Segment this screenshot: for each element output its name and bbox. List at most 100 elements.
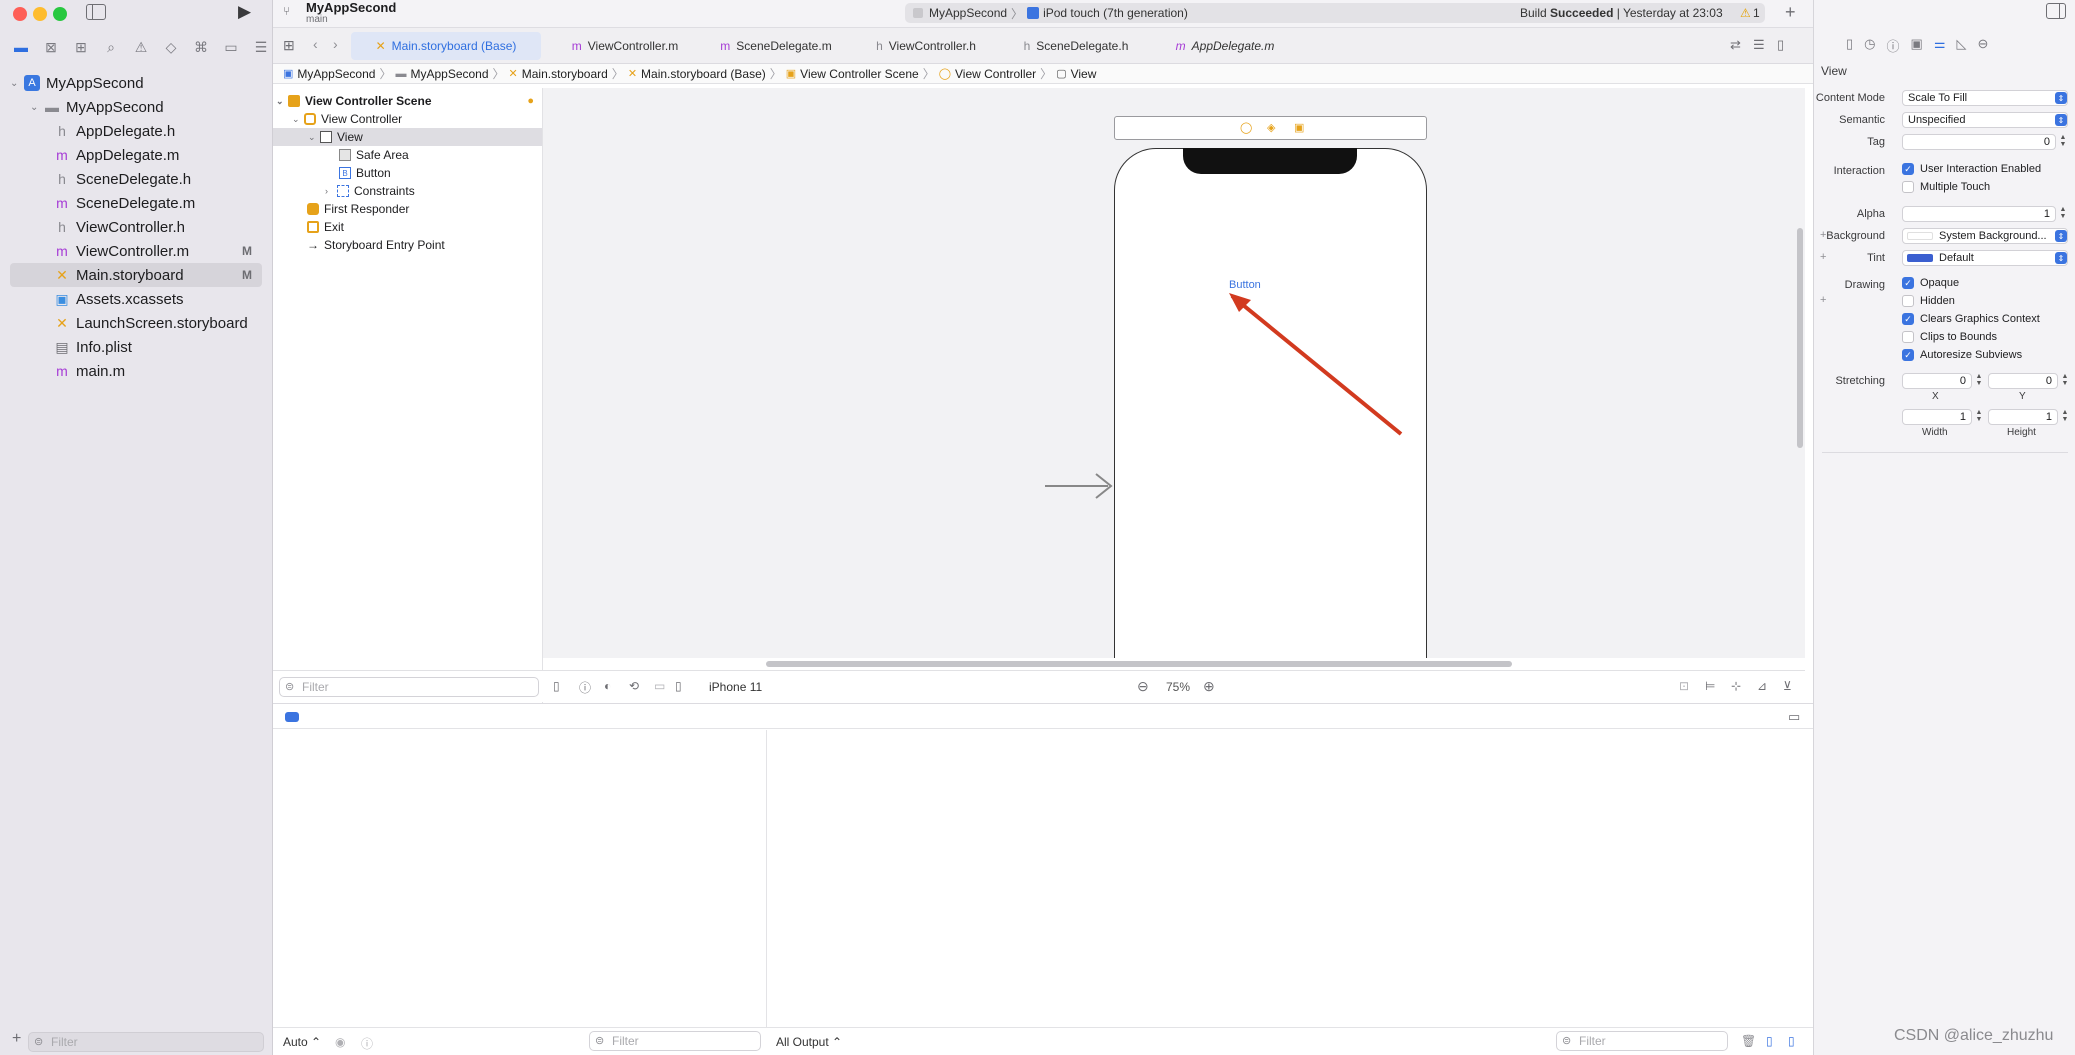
update-frames-icon[interactable]: ⊡ bbox=[1679, 679, 1689, 693]
semantic-popup[interactable]: Unspecified ⇕ bbox=[1902, 112, 2068, 128]
appearance-icon[interactable]: ◐ bbox=[604, 679, 611, 693]
clips-to-bounds-checkbox[interactable]: Clips to Bounds bbox=[1902, 331, 1997, 343]
outline-controller-row[interactable]: ⌄ View Controller bbox=[292, 110, 402, 128]
stretch-y-stepper[interactable]: ▲ ▼ bbox=[2060, 373, 2070, 389]
test-navigator-icon[interactable]: ◇ bbox=[156, 36, 186, 58]
editor-tab[interactable]: m SceneDelegate.m bbox=[701, 32, 851, 60]
file-row[interactable]: h SceneDelegate.h bbox=[10, 167, 262, 191]
identity-inspector-icon[interactable]: ▣ bbox=[1911, 36, 1923, 55]
disclosure-icon[interactable]: ⌄ bbox=[276, 96, 288, 107]
library-add-button[interactable]: + bbox=[1785, 2, 1796, 23]
debug-layout-icon[interactable]: ▭ bbox=[1788, 709, 1800, 725]
trash-icon[interactable]: 🗑 bbox=[1741, 1034, 1756, 1048]
jump-bar-item[interactable]: View bbox=[1071, 67, 1097, 81]
run-button[interactable]: ▶ bbox=[238, 2, 251, 22]
console-filter-field[interactable]: ⊜ Filter bbox=[1556, 1031, 1728, 1051]
add-file-button[interactable]: + bbox=[12, 1030, 21, 1048]
outline-exit-row[interactable]: Exit bbox=[307, 218, 344, 236]
embed-icon[interactable]: ⊻ bbox=[1783, 679, 1792, 693]
show-console-icon[interactable]: ▯ bbox=[1788, 1034, 1795, 1048]
disclosure-right-icon[interactable]: › bbox=[325, 186, 337, 196]
file-row[interactable]: ✕ LaunchScreen.storyboard bbox=[10, 311, 262, 335]
alpha-stepper[interactable]: ▲ ▼ bbox=[2058, 206, 2068, 222]
alpha-field[interactable]: 1 bbox=[1902, 206, 2056, 222]
file-row[interactable]: m main.m bbox=[10, 359, 262, 383]
hidden-checkbox[interactable]: Hidden bbox=[1902, 295, 1955, 307]
connections-inspector-icon[interactable]: ⊖ bbox=[1977, 36, 1988, 55]
outline-first-responder-row[interactable]: First Responder bbox=[307, 200, 409, 218]
file-row[interactable]: h AppDelegate.h bbox=[10, 119, 262, 143]
outline-entry-point-row[interactable]: → Storyboard Entry Point bbox=[307, 236, 445, 254]
close-window-button[interactable] bbox=[13, 7, 27, 21]
show-variables-icon[interactable]: ▯ bbox=[1766, 1034, 1773, 1048]
history-inspector-icon[interactable]: ◷ bbox=[1864, 36, 1875, 55]
forward-arrow-icon[interactable]: › bbox=[333, 36, 338, 52]
content-mode-popup[interactable]: Scale To Fill ⇕ bbox=[1902, 90, 2068, 106]
editor-tab[interactable]: h SceneDelegate.h bbox=[1001, 32, 1151, 60]
device-selector[interactable]: iPod touch (7th generation) bbox=[1043, 6, 1188, 20]
warning-icon[interactable]: ⚠ bbox=[1740, 6, 1751, 20]
inspector-toggle-icon[interactable] bbox=[2046, 3, 2066, 19]
size-class-icon[interactable]: ▭ bbox=[654, 679, 665, 693]
editor-tab[interactable]: m ViewController.m bbox=[550, 32, 700, 60]
disclosure-icon[interactable]: ⌄ bbox=[10, 78, 24, 89]
outline-constraints-row[interactable]: › Constraints bbox=[325, 182, 415, 200]
jump-bar-item[interactable]: Main.storyboard bbox=[522, 67, 608, 81]
symbol-navigator-icon[interactable]: ⊞ bbox=[66, 36, 96, 58]
jump-bar-item[interactable]: MyAppSecond bbox=[410, 67, 488, 81]
editor-tab[interactable]: m AppDelegate.m bbox=[1150, 32, 1300, 60]
tint-variation-add-icon[interactable]: + bbox=[1820, 251, 1826, 263]
group-row[interactable]: ⌄ ▬ MyAppSecond bbox=[10, 95, 262, 119]
source-control-icon[interactable]: ⊠ bbox=[36, 36, 66, 58]
stretch-height-field[interactable]: 1 bbox=[1988, 409, 2058, 425]
variables-filter-field[interactable]: ⊜ Filter bbox=[589, 1031, 761, 1051]
editor-tab[interactable]: h ViewController.h bbox=[851, 32, 1001, 60]
eye-icon[interactable]: ◉ bbox=[335, 1035, 345, 1049]
file-row[interactable]: m ViewController.m M bbox=[10, 239, 262, 263]
file-row[interactable]: ✕ Main.storyboard M bbox=[10, 263, 262, 287]
storyboard-canvas[interactable]: ◯ ◈ ▣ Button bbox=[543, 88, 1805, 658]
horizontal-scrollbar[interactable] bbox=[766, 661, 1512, 667]
navigator-filter-field[interactable]: ⊜ Filter bbox=[28, 1032, 264, 1052]
outline-view-row[interactable]: ⌄ View bbox=[273, 128, 542, 146]
hide-debug-area-icon[interactable] bbox=[285, 712, 299, 722]
accessibility-icon[interactable]: ⓘ bbox=[579, 679, 591, 696]
file-row[interactable]: ▣ Assets.xcassets bbox=[10, 287, 262, 311]
disclosure-icon[interactable]: ⌄ bbox=[292, 114, 304, 125]
scheme-selector[interactable]: MyAppSecond bbox=[929, 6, 1007, 20]
debug-navigator-icon[interactable]: ⌘ bbox=[186, 36, 216, 58]
stretch-width-stepper[interactable]: ▲ ▼ bbox=[1974, 409, 1984, 425]
report-navigator-icon[interactable]: ☰ bbox=[246, 36, 276, 58]
orientation-icon[interactable]: ⟲ bbox=[629, 679, 639, 693]
align-icon[interactable]: ⊨ bbox=[1705, 679, 1715, 693]
stretch-y-field[interactable]: 0 bbox=[1988, 373, 2058, 389]
clears-graphics-checkbox[interactable]: ✓ Clears Graphics Context bbox=[1902, 313, 2040, 325]
stretch-x-field[interactable]: 0 bbox=[1902, 373, 1972, 389]
stretch-x-stepper[interactable]: ▲ ▼ bbox=[1974, 373, 1984, 389]
file-row[interactable]: h ViewController.h bbox=[10, 215, 262, 239]
disclosure-icon[interactable]: ⌄ bbox=[308, 132, 320, 143]
outline-toggle-icon[interactable]: ▯ bbox=[553, 679, 560, 693]
background-popup[interactable]: System Background... ⇕ bbox=[1902, 228, 2068, 244]
size-inspector-icon[interactable]: ◺ bbox=[1956, 36, 1966, 55]
outline-scene-row[interactable]: ⌄ View Controller Scene ● bbox=[276, 92, 540, 110]
project-row[interactable]: ⌄ A MyAppSecond bbox=[10, 71, 262, 95]
user-interaction-checkbox[interactable]: ✓ User Interaction Enabled bbox=[1902, 163, 2041, 175]
output-selector[interactable]: All Output ⌃ bbox=[776, 1035, 842, 1049]
split-editor-icon[interactable]: ▯ bbox=[1777, 37, 1784, 53]
add-constraints-icon[interactable]: ⊹ bbox=[1731, 679, 1741, 693]
editor-options-icon[interactable]: ☰ bbox=[1753, 37, 1765, 53]
jump-bar-item[interactable]: View Controller Scene bbox=[800, 67, 919, 81]
autoresize-checkbox[interactable]: ✓ Autoresize Subviews bbox=[1902, 349, 2022, 361]
zoom-level[interactable]: 75% bbox=[1166, 680, 1190, 694]
device-config-label[interactable]: iPhone 11 bbox=[709, 680, 762, 694]
zoom-out-icon[interactable]: ⊖ bbox=[1137, 678, 1149, 695]
editor-grid-icon[interactable]: ⊞ bbox=[283, 37, 295, 54]
stretch-height-stepper[interactable]: ▲ ▼ bbox=[2060, 409, 2070, 425]
minimize-window-button[interactable] bbox=[33, 7, 47, 21]
tint-popup[interactable]: Default ⇕ bbox=[1902, 250, 2068, 266]
find-navigator-icon[interactable]: ⌕ bbox=[96, 36, 126, 58]
file-row[interactable]: ▤ Info.plist bbox=[10, 335, 262, 359]
tag-stepper[interactable]: ▲ ▼ bbox=[2058, 134, 2068, 150]
file-row[interactable]: m AppDelegate.m bbox=[10, 143, 262, 167]
